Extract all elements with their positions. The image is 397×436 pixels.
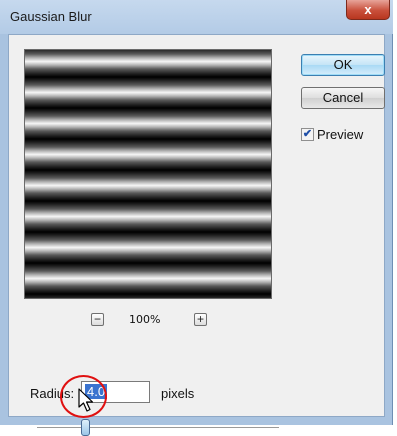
radius-units-label: pixels (161, 386, 195, 401)
blur-preview-image[interactable] (24, 49, 272, 299)
cancel-button[interactable]: Cancel (301, 87, 385, 109)
title-bar[interactable]: Gaussian Blur x (0, 0, 393, 34)
preview-checkbox[interactable]: ✔ (301, 128, 314, 141)
gaussian-blur-dialog: Gaussian Blur x − 100% + OK Cancel ✔ Pre… (0, 0, 393, 436)
ok-button[interactable]: OK (301, 54, 385, 76)
minus-icon: − (93, 312, 101, 326)
dialog-content: − 100% + OK Cancel ✔ Preview Radius: 4.0… (8, 34, 385, 436)
checkmark-icon: ✔ (302, 128, 313, 140)
radius-slider-track[interactable] (37, 427, 279, 429)
close-button[interactable]: x (346, 0, 390, 20)
plus-icon: + (196, 312, 204, 326)
preview-label[interactable]: Preview (317, 127, 363, 142)
zoom-out-button[interactable]: − (91, 313, 104, 326)
close-icon: x (364, 2, 372, 17)
zoom-level: 100% (129, 313, 161, 326)
zoom-in-button[interactable]: + (194, 313, 207, 326)
zoom-controls: − 100% + (91, 312, 211, 328)
window-title: Gaussian Blur (10, 9, 92, 24)
arrow-cursor-icon (78, 388, 94, 412)
radius-slider-thumb[interactable] (80, 419, 90, 436)
